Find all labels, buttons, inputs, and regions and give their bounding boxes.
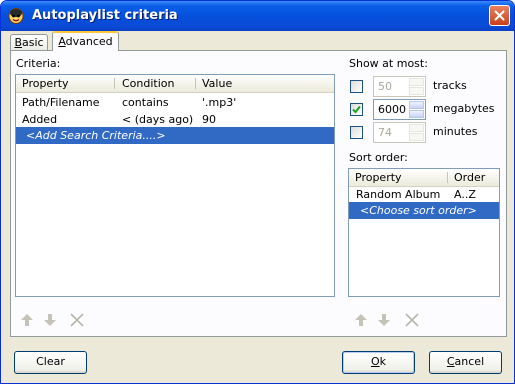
spin-down-button[interactable]: [409, 133, 424, 141]
close-button[interactable]: [489, 5, 510, 26]
add-search-criteria-row[interactable]: <Add Search Criteria....>: [16, 127, 334, 144]
ok-button-mnemonic: O: [370, 355, 380, 368]
add-search-criteria-label: <Add Search Criteria....>: [26, 129, 166, 142]
minutes-spinner[interactable]: 74: [373, 122, 426, 143]
tab-advanced-label: dvanced: [65, 35, 113, 48]
column-divider[interactable]: [195, 78, 196, 89]
delete-criteria-button[interactable]: [69, 312, 85, 328]
move-down-button[interactable]: [42, 312, 58, 328]
minutes-label: minutes: [433, 125, 478, 138]
tab-advanced-mnemonic: A: [58, 35, 66, 48]
spin-down-button[interactable]: [409, 110, 424, 118]
tracks-value: 50: [378, 80, 392, 93]
megabytes-value: 6000: [378, 103, 406, 116]
move-up-button[interactable]: [19, 312, 35, 328]
delete-x-icon: [70, 313, 84, 327]
criteria-condition: contains: [122, 96, 169, 109]
choose-sort-order-label: <Choose sort order>: [360, 204, 477, 217]
choose-sort-order-row[interactable]: <Choose sort order>: [349, 202, 499, 219]
sort-move-up-button[interactable]: [353, 312, 369, 328]
move-up-arrow-icon: [21, 314, 33, 326]
minutes-checkbox[interactable]: [350, 126, 363, 139]
ok-button[interactable]: Ok: [342, 351, 415, 374]
ok-button-label: k: [379, 355, 387, 368]
megabytes-label: megabytes: [433, 102, 495, 115]
criteria-list[interactable]: Property Condition Value Path/Filename c…: [15, 74, 335, 297]
move-up-arrow-icon: [355, 314, 367, 326]
minutes-value: 74: [378, 126, 392, 139]
spin-up-button[interactable]: [409, 78, 424, 86]
sort-delete-button[interactable]: [404, 312, 420, 328]
column-header-property[interactable]: Property: [355, 171, 402, 184]
column-header-condition[interactable]: Condition: [122, 77, 175, 90]
tab-basic-label: asic: [21, 36, 44, 49]
cancel-button[interactable]: Cancel: [429, 351, 502, 374]
tab-advanced[interactable]: Advanced: [52, 31, 119, 51]
sort-move-down-button[interactable]: [376, 312, 392, 328]
cancel-button-mnemonic: C: [446, 355, 455, 368]
cancel-button-label: ancel: [454, 355, 485, 368]
megabytes-checkbox[interactable]: [350, 103, 363, 116]
criteria-value: '.mp3': [202, 96, 237, 109]
tab-basic-mnemonic: B: [14, 36, 22, 49]
criteria-row[interactable]: Path/Filename contains '.mp3': [16, 94, 334, 111]
tracks-label: tracks: [433, 79, 467, 92]
megabytes-spinner-buttons: [409, 101, 424, 118]
sort-order-list-header: Property Order: [349, 169, 499, 187]
clear-button[interactable]: Clear: [14, 351, 87, 374]
sort-order-value: A..Z: [454, 188, 476, 201]
criteria-label: Criteria:: [16, 57, 61, 70]
tab-basic[interactable]: Basic: [10, 34, 48, 50]
checkmark-icon: [352, 105, 361, 114]
clear-button-label: Clear: [36, 355, 65, 368]
tracks-spinner-buttons: [409, 78, 424, 95]
column-divider[interactable]: [447, 172, 448, 183]
criteria-row[interactable]: Added < (days ago) 90: [16, 111, 334, 128]
criteria-value: 90: [202, 113, 216, 126]
column-header-order[interactable]: Order: [454, 171, 485, 184]
criteria-property: Path/Filename: [22, 96, 100, 109]
megabytes-spinner[interactable]: 6000: [373, 99, 426, 120]
tracks-spinner[interactable]: 50: [373, 76, 426, 97]
spin-up-button[interactable]: [409, 124, 424, 132]
tracks-checkbox[interactable]: [350, 80, 363, 93]
sort-order-row[interactable]: Random Album A..Z: [349, 186, 499, 203]
criteria-condition: < (days ago): [122, 113, 194, 126]
spin-down-button[interactable]: [409, 87, 424, 95]
move-down-arrow-icon: [378, 314, 390, 326]
criteria-list-header: Property Condition Value: [16, 75, 334, 93]
show-at-most-label: Show at most:: [349, 57, 428, 70]
sort-order-list[interactable]: Property Order Random Album A..Z <Choose…: [348, 168, 500, 297]
criteria-property: Added: [22, 113, 58, 126]
sort-property: Random Album: [356, 188, 441, 201]
window-title: Autoplaylist criteria: [32, 8, 178, 23]
title-bar[interactable]: Autoplaylist criteria: [1, 1, 514, 31]
move-down-arrow-icon: [44, 314, 56, 326]
column-divider[interactable]: [114, 78, 115, 89]
column-header-property[interactable]: Property: [22, 77, 69, 90]
column-header-value[interactable]: Value: [202, 77, 232, 90]
dialog-window: Autoplaylist criteria Basic Advanced Cri…: [0, 0, 515, 384]
close-icon: [494, 10, 505, 21]
minutes-spinner-buttons: [409, 124, 424, 141]
sort-order-label: Sort order:: [349, 151, 408, 164]
app-icon: [8, 7, 24, 24]
spin-up-button[interactable]: [409, 101, 424, 109]
delete-x-icon: [405, 313, 419, 327]
